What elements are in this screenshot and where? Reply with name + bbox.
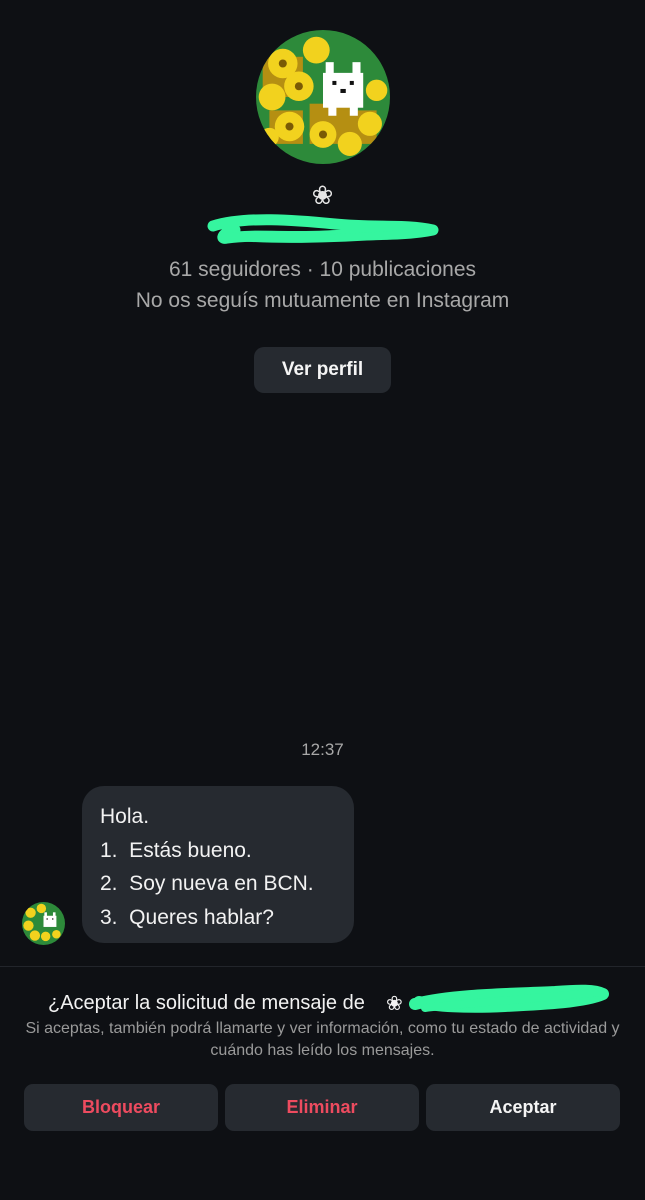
delete-button[interactable]: Eliminar — [225, 1084, 419, 1131]
sender-avatar-image — [22, 902, 65, 945]
mutual-follow-note: No os seguís mutuamente en Instagram — [135, 289, 510, 312]
profile-avatar[interactable] — [256, 30, 390, 164]
username-redaction-scribble — [205, 210, 440, 250]
profile-stats: 61 seguidores · 10 publicaciones — [168, 258, 477, 281]
accept-button[interactable]: Aceptar — [426, 1084, 620, 1131]
redaction-marker-icon — [409, 984, 609, 1013]
block-button[interactable]: Bloquear — [24, 1084, 218, 1131]
incoming-message-bubble[interactable]: Hola. 1. Estás bueno. 2. Soy nueva en BC… — [82, 786, 354, 943]
message-timestamp: 12:37 — [301, 740, 344, 759]
message-line: 2. Soy nueva en BCN. — [100, 872, 314, 895]
request-title-row: ¿Aceptar la solicitud de mensaje de ❀ — [0, 984, 645, 1018]
redaction-marker-icon — [207, 214, 439, 244]
message-line: Hola. — [100, 805, 150, 828]
view-profile-button[interactable]: Ver perfil — [254, 347, 391, 393]
message-line: 3. Queres hablar? — [100, 905, 274, 929]
request-title: ¿Aceptar la solicitud de mensaje de — [48, 992, 365, 1014]
profile-display-name: ❀ — [311, 181, 334, 211]
message-line: 1. Estás bueno. — [100, 838, 252, 862]
request-name-redaction-scribble — [405, 980, 610, 1020]
footer-divider — [0, 966, 645, 967]
request-sender-glyph: ❀ — [386, 991, 403, 1015]
profile-avatar-image — [256, 30, 390, 164]
sender-avatar[interactable] — [22, 902, 65, 945]
request-description: Si aceptas, también podrá llamarte y ver… — [25, 1020, 620, 1059]
